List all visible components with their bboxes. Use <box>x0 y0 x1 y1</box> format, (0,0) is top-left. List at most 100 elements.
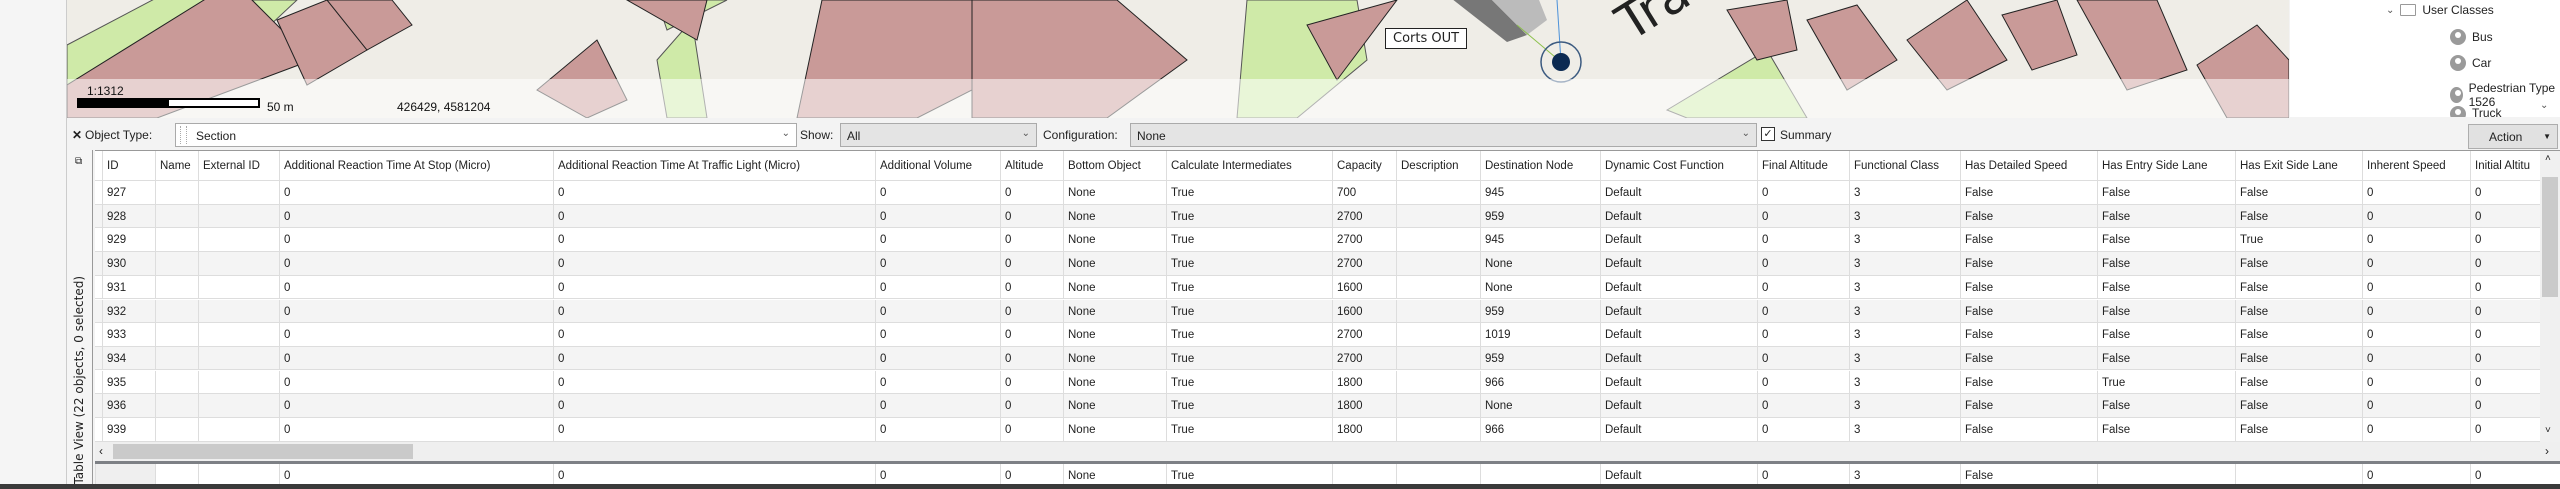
table-cell[interactable]: 700 <box>1332 181 1396 204</box>
table-cell[interactable] <box>198 275 279 299</box>
table-cell[interactable] <box>1396 299 1480 322</box>
table-cell[interactable]: 0 <box>875 418 1000 441</box>
table-cell[interactable]: 0 <box>875 204 1000 228</box>
table-cell[interactable]: True <box>1166 275 1332 299</box>
table-cell[interactable]: 966 <box>1480 418 1600 441</box>
table-cell[interactable]: 933 <box>102 323 155 346</box>
table-cell[interactable]: True <box>1166 394 1332 417</box>
close-icon[interactable]: ✕ <box>72 128 82 142</box>
table-cell[interactable]: 0 <box>1757 323 1849 346</box>
table-cell[interactable]: 3 <box>1849 323 1960 346</box>
table-cell[interactable]: 931 <box>102 275 155 299</box>
table-cell[interactable]: 1600 <box>1332 299 1396 322</box>
table-cell[interactable] <box>1396 228 1480 251</box>
table-cell[interactable]: 1019 <box>1480 323 1600 346</box>
table-cell[interactable]: None <box>1063 252 1166 275</box>
table-cell[interactable]: Default <box>1600 323 1757 346</box>
table-cell[interactable]: False <box>1960 181 2097 204</box>
table-cell[interactable]: False <box>2097 181 2235 204</box>
column-header[interactable]: Inherent Speed <box>2362 151 2470 180</box>
table-cell[interactable]: 0 <box>2362 370 2470 394</box>
table-cell[interactable]: 0 <box>875 370 1000 394</box>
table-cell[interactable]: 0 <box>553 464 875 485</box>
table-cell[interactable]: 0 <box>875 323 1000 346</box>
table-cell[interactable]: 0 <box>875 299 1000 322</box>
table-cell[interactable] <box>155 204 198 228</box>
map-view[interactable]: Trave Corts OUT 1:1312 50 m 426429, 4581… <box>67 0 2289 118</box>
table-cell[interactable] <box>2097 464 2235 485</box>
table-cell[interactable]: 0 <box>2470 323 2540 346</box>
table-cell[interactable]: 0 <box>279 181 553 204</box>
table-cell[interactable]: 959 <box>1480 346 1600 370</box>
table-cell[interactable]: 1800 <box>1332 370 1396 394</box>
table-cell[interactable]: 959 <box>1480 299 1600 322</box>
table-cell[interactable] <box>2235 464 2362 485</box>
table-cell[interactable]: False <box>2235 275 2362 299</box>
table-cell[interactable]: 3 <box>1849 346 1960 370</box>
table-cell[interactable]: 0 <box>2470 370 2540 394</box>
table-cell[interactable]: 0 <box>1000 275 1063 299</box>
table-cell[interactable]: 0 <box>1757 275 1849 299</box>
table-cell[interactable]: 0 <box>2470 252 2540 275</box>
table-cell[interactable]: 929 <box>102 228 155 251</box>
table-cell[interactable]: 0 <box>553 181 875 204</box>
table-cell[interactable]: False <box>1960 252 2097 275</box>
table-cell[interactable]: None <box>1480 252 1600 275</box>
column-header[interactable]: Has Entry Side Lane <box>2097 151 2235 180</box>
table-cell[interactable]: 0 <box>1757 464 1849 485</box>
table-cell[interactable]: 0 <box>553 204 875 228</box>
column-header[interactable]: Functional Class <box>1849 151 1960 180</box>
action-button[interactable]: Action ▼ <box>2468 124 2558 149</box>
table-cell[interactable]: 0 <box>2362 299 2470 322</box>
tree-item-truck[interactable]: Truck <box>2450 106 2502 117</box>
column-header[interactable]: Calculate Intermediates <box>1166 151 1332 180</box>
table-cell[interactable]: 0 <box>2362 394 2470 417</box>
table-cell[interactable]: 0 <box>279 252 553 275</box>
table-cell[interactable]: None <box>1063 418 1166 441</box>
table-cell[interactable]: 0 <box>1757 418 1849 441</box>
table-cell[interactable]: 0 <box>1757 299 1849 322</box>
table-cell[interactable] <box>198 181 279 204</box>
restore-icon[interactable]: ⧉ <box>75 156 82 167</box>
table-cell[interactable] <box>155 252 198 275</box>
table-cell[interactable]: 0 <box>1000 323 1063 346</box>
table-cell[interactable]: 0 <box>279 346 553 370</box>
table-cell[interactable]: False <box>2097 394 2235 417</box>
table-cell[interactable]: 3 <box>1849 394 1960 417</box>
table-cell[interactable]: None <box>1063 346 1166 370</box>
table-cell[interactable]: Default <box>1600 418 1757 441</box>
table-cell[interactable]: 1800 <box>1332 394 1396 417</box>
table-cell[interactable]: 0 <box>1000 228 1063 251</box>
column-header[interactable]: Additional Volume <box>875 151 1000 180</box>
table-cell[interactable]: 0 <box>2362 252 2470 275</box>
table-cell[interactable] <box>198 228 279 251</box>
table-cell[interactable]: 0 <box>2362 204 2470 228</box>
table-cell[interactable]: False <box>1960 346 2097 370</box>
table-cell[interactable]: 0 <box>553 228 875 251</box>
table-cell[interactable]: 0 <box>1757 252 1849 275</box>
table-cell[interactable]: 0 <box>2470 394 2540 417</box>
column-header[interactable]: Has Detailed Speed <box>1960 151 2097 180</box>
table-cell[interactable]: False <box>2097 275 2235 299</box>
table-cell[interactable]: False <box>1960 394 2097 417</box>
table-cell[interactable]: 0 <box>875 464 1000 485</box>
table-cell[interactable]: False <box>2097 418 2235 441</box>
table-cell[interactable] <box>155 323 198 346</box>
show-select[interactable]: All ⌄ <box>840 123 1037 147</box>
table-cell[interactable] <box>1396 418 1480 441</box>
table-cell[interactable]: Default <box>1600 464 1757 485</box>
table-cell[interactable]: False <box>1960 228 2097 251</box>
table-cell[interactable]: 0 <box>553 418 875 441</box>
table-cell[interactable]: True <box>1166 181 1332 204</box>
table-cell[interactable]: None <box>1063 464 1166 485</box>
table-cell[interactable]: 927 <box>102 181 155 204</box>
table-cell[interactable]: 0 <box>2470 181 2540 204</box>
table-cell[interactable] <box>155 181 198 204</box>
table-cell[interactable]: 0 <box>1757 394 1849 417</box>
table-cell[interactable]: False <box>2235 370 2362 394</box>
vertical-scroll-thumb[interactable] <box>2542 177 2558 297</box>
table-cell[interactable]: 0 <box>279 228 553 251</box>
table-row[interactable]: 930 0 0 0 0 None True 2700 None Default 0 3 False Fal… <box>95 252 2540 276</box>
column-header[interactable]: Dynamic Cost Function <box>1600 151 1757 180</box>
table-cell[interactable]: 3 <box>1849 181 1960 204</box>
